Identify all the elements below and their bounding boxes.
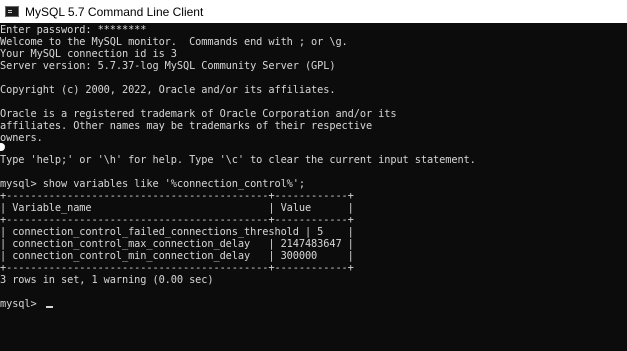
console-line: Oracle is a registered trademark of Orac… xyxy=(0,108,397,120)
window-titlebar[interactable]: MySQL 5.7 Command Line Client xyxy=(0,0,627,23)
query-line: mysql> show variables like '%connection_… xyxy=(0,178,305,190)
console-line: Server version: 5.7.37-log MySQL Communi… xyxy=(0,60,336,72)
result-summary: 3 rows in set, 1 warning (0.00 sec) xyxy=(0,274,214,286)
console-line: Your MySQL connection id is 3 xyxy=(0,48,177,60)
console-line: Copyright (c) 2000, 2022, Oracle and/or … xyxy=(0,84,336,96)
input-prompt-line[interactable]: mysql> xyxy=(0,298,53,310)
table-header: | Variable_name | Value | xyxy=(0,202,354,214)
console-line: Type 'help;' or '\h' for help. Type '\c'… xyxy=(0,154,476,166)
console-line: owners. xyxy=(0,132,43,144)
window-title: MySQL 5.7 Command Line Client xyxy=(25,4,204,19)
table-border: +---------------------------------------… xyxy=(0,214,354,226)
table-border: +---------------------------------------… xyxy=(0,262,354,274)
mysql-console-window: MySQL 5.7 Command Line Client Enter pass… xyxy=(0,0,627,351)
table-border: +---------------------------------------… xyxy=(0,190,354,202)
console-output[interactable]: Enter password: ******** Welcome to the … xyxy=(0,24,627,351)
input-prompt: mysql> xyxy=(0,298,43,310)
console-line: affiliates. Other names may be trademark… xyxy=(0,120,373,132)
console-window-icon[interactable] xyxy=(5,6,19,17)
table-row: | connection_control_failed_connections_… xyxy=(0,226,354,238)
mouse-pointer-icon xyxy=(0,143,5,151)
console-line: Enter password: ******** xyxy=(0,24,147,36)
table-row: | connection_control_min_connection_dela… xyxy=(0,250,354,262)
text-caret xyxy=(45,306,53,308)
table-row: | connection_control_max_connection_dela… xyxy=(0,238,354,250)
console-line: Welcome to the MySQL monitor. Commands e… xyxy=(0,36,348,48)
